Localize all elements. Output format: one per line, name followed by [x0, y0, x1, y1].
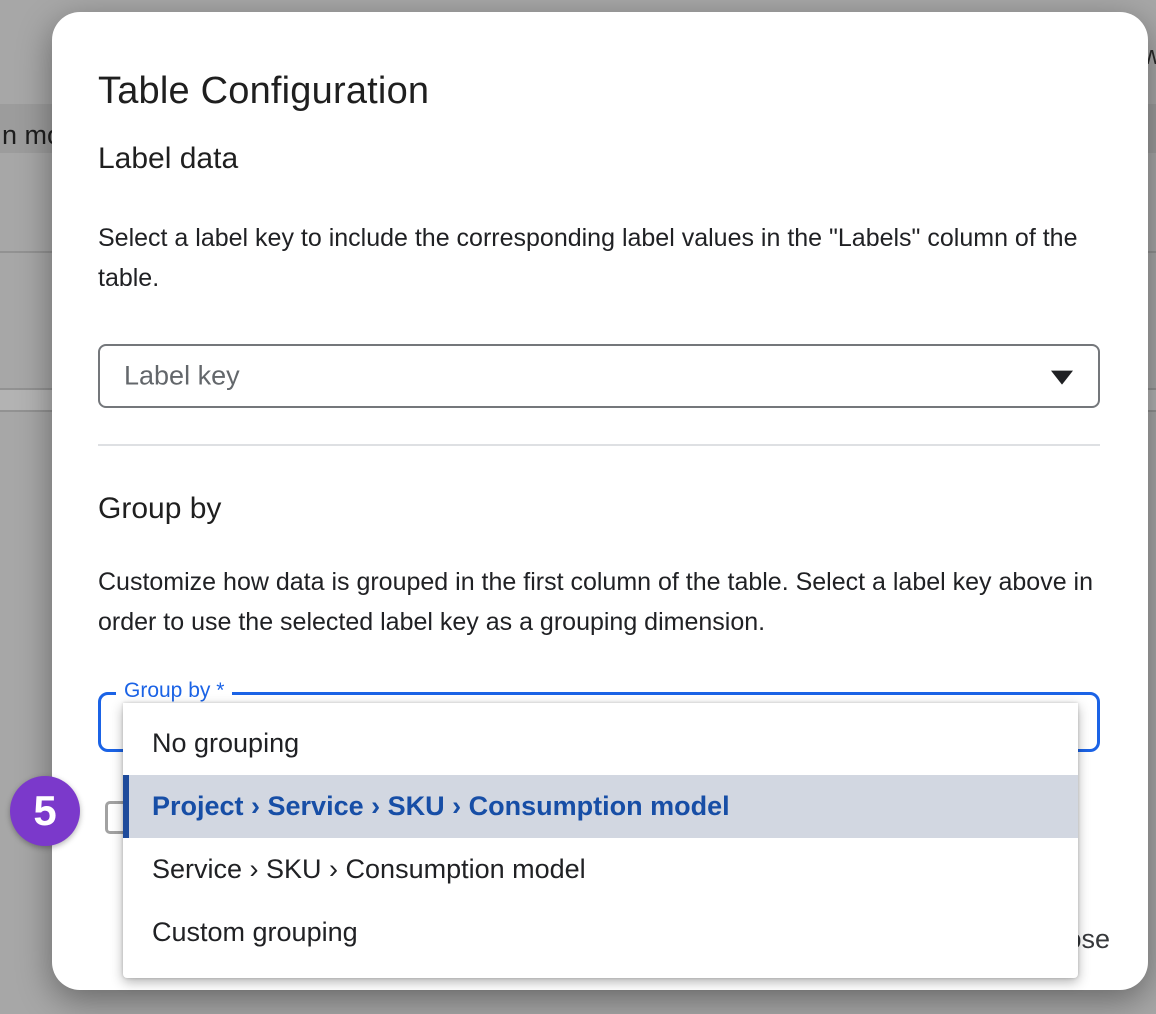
- group-by-description: Customize how data is grouped in the fir…: [98, 562, 1108, 642]
- label-key-select[interactable]: Label key: [98, 344, 1100, 408]
- group-by-heading: Group by: [98, 492, 221, 526]
- label-data-heading: Label data: [98, 142, 238, 176]
- dropdown-option-service-sku-consumption-model[interactable]: Service › SKU › Consumption model: [123, 838, 1078, 901]
- table-configuration-dialog: Table Configuration Label data Select a …: [52, 12, 1148, 990]
- dropdown-option-custom-grouping[interactable]: Custom grouping: [123, 901, 1078, 964]
- dropdown-arrow-icon: [1051, 371, 1073, 385]
- group-by-dropdown-menu: No grouping Project › Service › SKU › Co…: [123, 703, 1078, 978]
- dialog-title: Table Configuration: [98, 70, 429, 113]
- dropdown-option-project-service-sku-consumption-model[interactable]: Project › Service › SKU › Consumption mo…: [123, 775, 1078, 838]
- dropdown-option-no-grouping[interactable]: No grouping: [123, 712, 1078, 775]
- section-divider: [98, 444, 1100, 446]
- group-by-field-label: Group by *: [116, 679, 232, 703]
- label-data-description: Select a label key to include the corres…: [98, 218, 1108, 298]
- annotation-step-badge: 5: [10, 776, 80, 846]
- label-key-placeholder: Label key: [124, 361, 240, 392]
